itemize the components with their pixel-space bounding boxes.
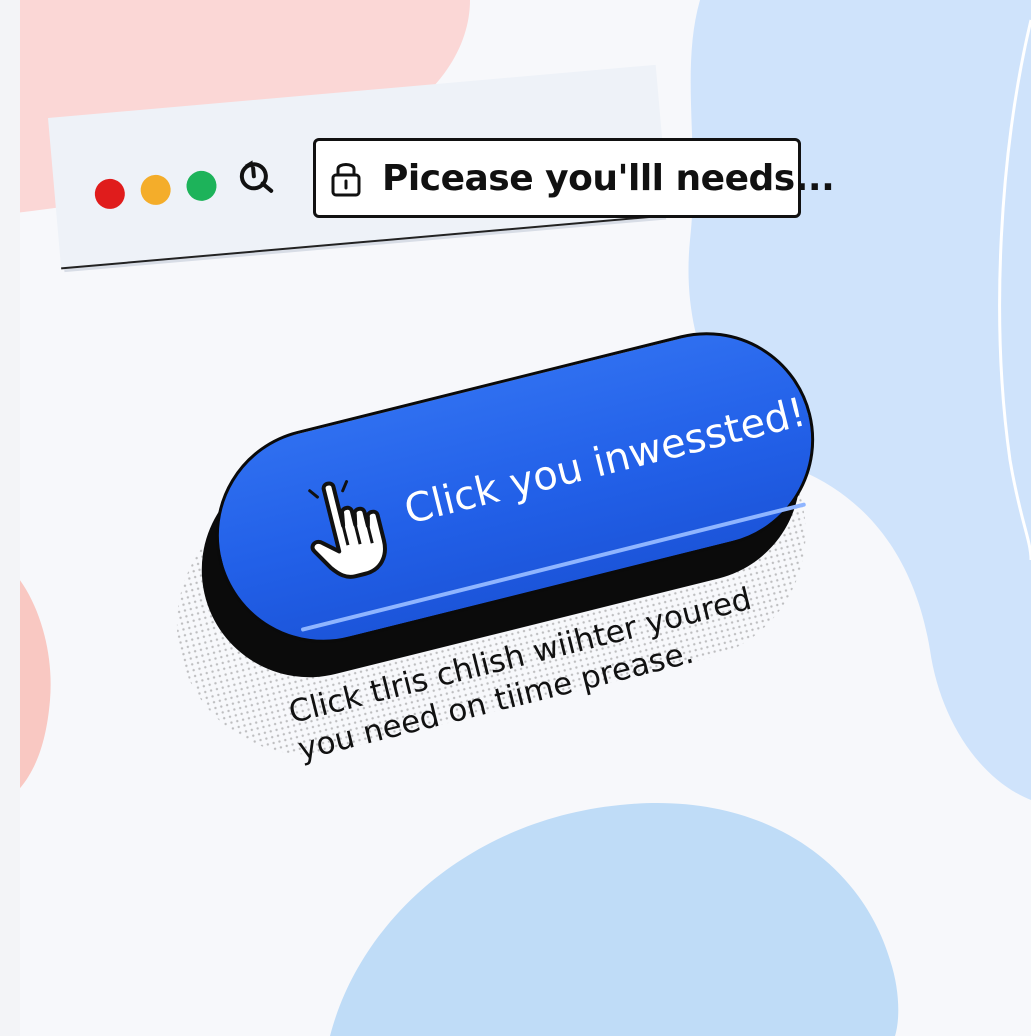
lock-icon xyxy=(331,163,361,197)
address-text: Picease you'lll needs... xyxy=(382,157,835,199)
address-bar[interactable]: Picease you'lll needs... xyxy=(313,138,835,218)
reload-icon[interactable] xyxy=(234,154,277,197)
hand-pointer-icon xyxy=(308,480,387,579)
maximize-window-button[interactable] xyxy=(185,169,218,203)
close-window-button[interactable] xyxy=(93,177,127,211)
minimize-window-button[interactable] xyxy=(139,173,172,207)
cta-button-label: Click you inwessted! xyxy=(399,389,811,534)
illustration-canvas: Picease you'lll needs... Click you inwes… xyxy=(0,0,1031,1036)
